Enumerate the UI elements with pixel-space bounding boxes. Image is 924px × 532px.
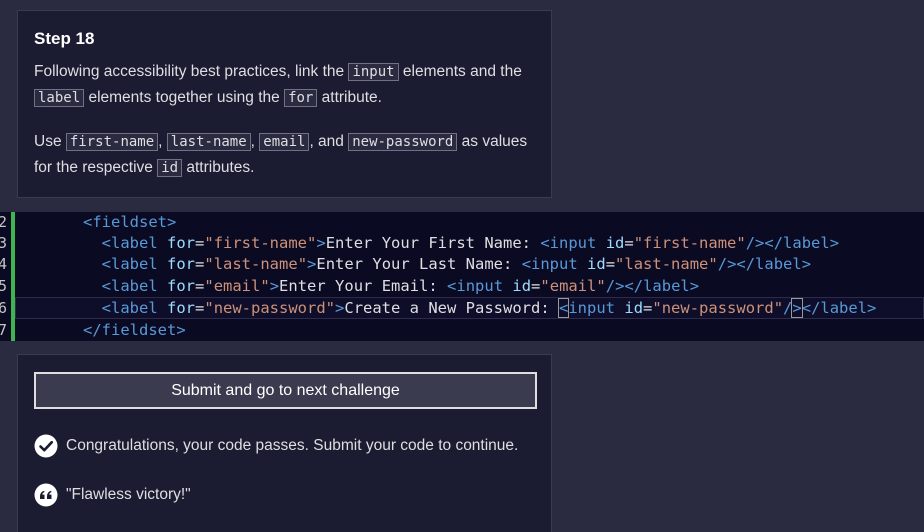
- code-line[interactable]: <label for="new-password">Create a New P…: [27, 298, 876, 319]
- code-line[interactable]: <label for="email">Enter Your Email: <in…: [27, 276, 699, 297]
- quote-message: "Flawless victory!": [34, 483, 191, 507]
- challenge-description: Step 18 Following accessibility best pra…: [17, 10, 552, 198]
- code-last-name: last-name: [166, 133, 251, 151]
- instruction-paragraph-2: Use first-name, last-name, email, and ne…: [34, 133, 528, 177]
- line-number: 3: [0, 234, 7, 252]
- code-new-password: new-password: [348, 133, 458, 151]
- instruction-paragraph-1: Following accessibility best practices, …: [34, 63, 522, 107]
- line-number: 7: [0, 321, 7, 339]
- code-line[interactable]: <label for="first-name">Enter Your First…: [27, 233, 839, 254]
- code-label: label: [34, 89, 85, 107]
- code-line[interactable]: <label for="last-name">Enter Your Last N…: [27, 254, 811, 275]
- line-number: 4: [0, 255, 7, 273]
- code-id: id: [157, 159, 183, 177]
- pass-message: Congratulations, your code passes. Submi…: [34, 434, 518, 458]
- code-input: input: [348, 63, 399, 81]
- code-line[interactable]: <fieldset>: [27, 212, 176, 233]
- code-email: email: [259, 133, 310, 151]
- line-number: 6: [0, 299, 7, 317]
- line-number: 2: [0, 213, 7, 231]
- test-results-panel: Submit and go to next challenge Congratu…: [17, 354, 552, 532]
- quote-icon: [34, 483, 58, 507]
- submit-button[interactable]: Submit and go to next challenge: [34, 372, 537, 409]
- editable-region-marker: [11, 212, 15, 341]
- check-circle-icon: [34, 434, 58, 458]
- code-editor[interactable]: 2 3 4 5 6 7 <fieldset> <label for="first…: [0, 212, 924, 341]
- step-title: Step 18: [34, 29, 95, 48]
- code-line[interactable]: </fieldset>: [27, 320, 186, 341]
- code-first-name: first-name: [65, 133, 159, 151]
- code-for: for: [284, 89, 318, 107]
- line-number: 5: [0, 277, 7, 295]
